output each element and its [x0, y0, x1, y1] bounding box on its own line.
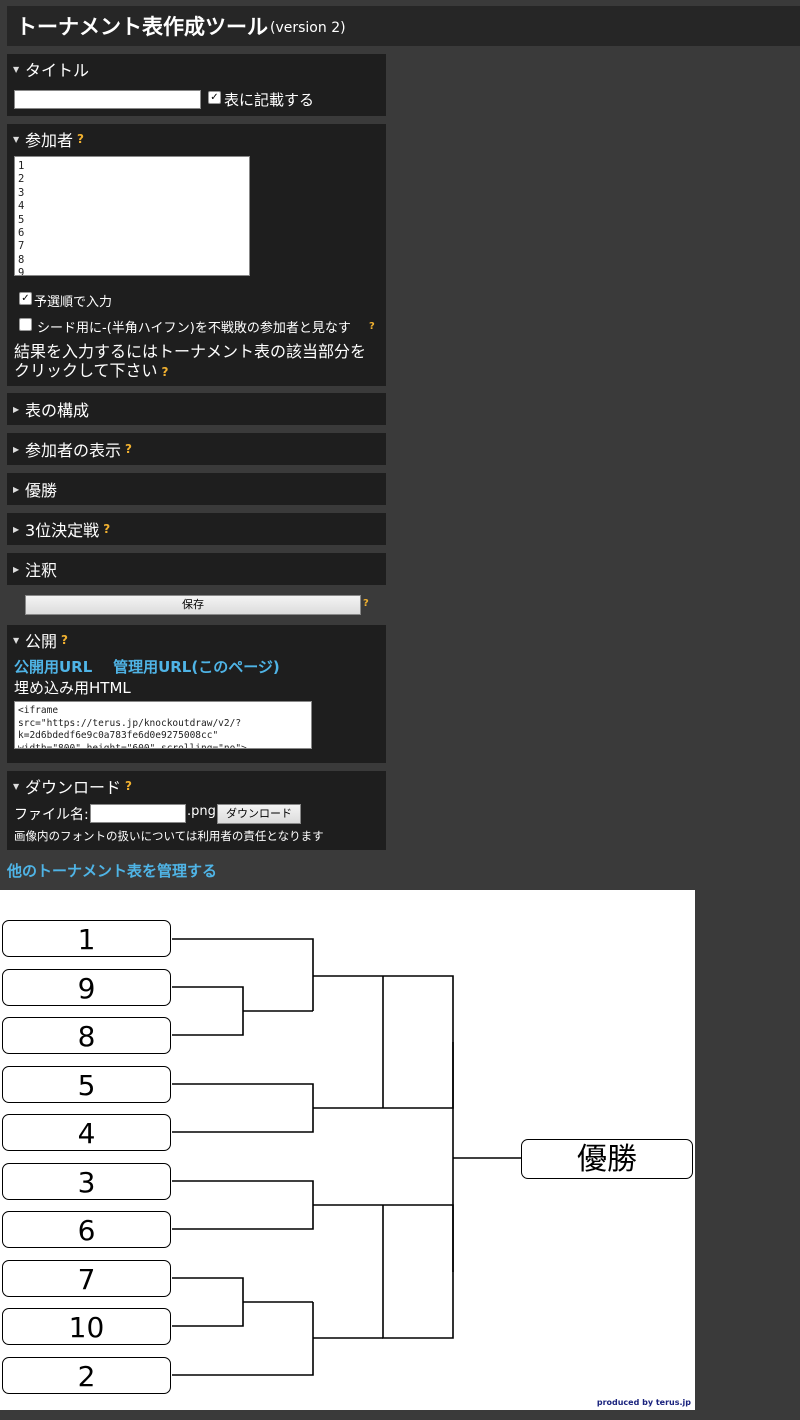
collapsed-triangle-icon: ▶ [13, 484, 20, 494]
hyphen-bye-label: シード用に-(半角ハイフン)を不戦敗の参加者と見なす [37, 321, 351, 336]
panel-participant-display[interactable]: ▶ 参加者の表示 ? [7, 433, 386, 465]
participant-line: 4 [18, 200, 25, 213]
participant-line: 7 [18, 240, 25, 253]
participant-line: 8 [18, 253, 25, 266]
expanded-triangle-icon: ▼ [13, 781, 20, 791]
publish-panel-header[interactable]: ▼ 公開 ? [7, 625, 386, 655]
panel-header[interactable]: ▶ 表の構成 [7, 393, 386, 425]
panel-label: 3位決定戦 [25, 521, 100, 540]
title-panel: ▼ タイトル ✓ 表に記載する [7, 54, 386, 116]
panel-champion[interactable]: ▶ 優勝 [7, 473, 386, 505]
collapsed-triangle-icon: ▶ [13, 444, 20, 454]
panel-table-structure[interactable]: ▶ 表の構成 [7, 393, 386, 425]
credit-text: produced by terus.jp [596, 1398, 691, 1407]
participant-line: 1 [18, 160, 25, 172]
help-icon[interactable]: ? [125, 442, 132, 456]
participant-line: 5 [18, 213, 25, 226]
participant-line: 3 [18, 186, 25, 199]
tournament-bracket[interactable]: 1 9 8 5 4 3 6 7 10 2 優勝 produced by teru… [0, 890, 695, 1410]
filename-input[interactable] [90, 804, 186, 823]
panel-header[interactable]: ▶ 参加者の表示 ? [7, 433, 386, 465]
collapsed-triangle-icon: ▶ [13, 404, 20, 414]
seed-order-label: 予選順で入力 [34, 295, 113, 310]
bracket-slot[interactable]: 2 [2, 1357, 171, 1394]
bracket-slot[interactable]: 9 [2, 969, 171, 1006]
app-version: (version 2) [270, 20, 346, 36]
seed-order-checkbox[interactable]: ✓ [19, 292, 32, 305]
bracket-line [172, 1083, 314, 1133]
bracket-line [382, 1204, 454, 1339]
manage-other-brackets-link[interactable]: 他のトーナメント表を管理する [7, 860, 217, 881]
panel-header[interactable]: ▶ 注釈 [7, 553, 386, 585]
app-title: トーナメント表作成ツール [16, 15, 268, 39]
help-icon[interactable]: ? [103, 522, 110, 536]
bracket-slot[interactable]: 1 [2, 920, 171, 957]
panel-notes[interactable]: ▶ 注釈 [7, 553, 386, 585]
bracket-slot[interactable]: 8 [2, 1017, 171, 1054]
bracket-slot[interactable]: 4 [2, 1114, 171, 1151]
panel-third-place[interactable]: ▶ 3位決定戦 ? [7, 513, 386, 545]
help-icon[interactable]: ? [61, 633, 68, 647]
hyphen-bye-checkbox[interactable] [19, 318, 32, 331]
panel-header[interactable]: ▶ 優勝 [7, 473, 386, 505]
title-input[interactable] [14, 90, 201, 109]
help-icon[interactable]: ? [162, 365, 169, 379]
publish-panel: ▼ 公開 ? 公開用URL 管理用URL(このページ) 埋め込み用HTML <i… [7, 625, 386, 763]
save-button[interactable]: 保存 [25, 595, 361, 615]
show-on-table-label: 表に記載する [224, 91, 315, 109]
download-button[interactable]: ダウンロード [217, 804, 301, 824]
show-on-table-checkbox[interactable]: ✓ [208, 91, 221, 104]
bracket-line [383, 975, 454, 1109]
public-url-link[interactable]: 公開用URL [14, 658, 92, 676]
font-disclaimer: 画像内のフォントの扱いについては利用者の責任となります [14, 829, 324, 843]
participants-panel-heading: 参加者 [25, 131, 74, 150]
result-instruction: 結果を入力するにはトーナメント表の該当部分を クリックして下さい? [14, 342, 366, 382]
embed-label: 埋め込み用HTML [14, 679, 131, 697]
bracket-slot[interactable]: 5 [2, 1066, 171, 1103]
bracket-slot[interactable]: 7 [2, 1260, 171, 1297]
url-links: 公開用URL 管理用URL(このページ) [14, 656, 280, 677]
panel-label: 優勝 [25, 481, 58, 500]
participant-line: 9 [18, 267, 25, 276]
help-icon[interactable]: ? [125, 779, 132, 793]
participant-line: 6 [18, 227, 25, 240]
help-icon[interactable]: ? [77, 132, 84, 146]
expanded-triangle-icon: ▼ [13, 134, 20, 144]
bracket-slot[interactable]: 6 [2, 1211, 171, 1248]
result-instruction-line: 結果を入力するにはトーナメント表の該当部分を [14, 342, 367, 361]
bracket-slot[interactable]: 3 [2, 1163, 171, 1200]
collapsed-triangle-icon: ▶ [13, 524, 20, 534]
expanded-triangle-icon: ▼ [13, 635, 20, 645]
winner-slot[interactable]: 優勝 [521, 1139, 693, 1179]
panel-label: 参加者の表示 [25, 441, 122, 460]
filename-extension: .png [187, 804, 216, 819]
participant-line: 2 [18, 173, 25, 186]
participants-textarea[interactable]: 1 2 3 4 5 6 7 8 9 [14, 156, 250, 276]
title-panel-header[interactable]: ▼ タイトル [7, 54, 386, 84]
panel-label: 表の構成 [25, 401, 90, 420]
admin-url-link[interactable]: 管理用URL(このページ) [113, 658, 280, 676]
filename-label: ファイル名: [14, 807, 89, 823]
help-icon[interactable]: ? [363, 598, 369, 609]
help-icon[interactable]: ? [369, 321, 375, 332]
result-instruction-text: クリックして下さい [14, 361, 158, 380]
panel-header[interactable]: ▶ 3位決定戦 ? [7, 513, 386, 545]
download-panel-heading: ダウンロード [25, 778, 122, 797]
bracket-line [172, 1180, 314, 1230]
embed-code-textarea[interactable]: <iframe src="https://terus.jp/knockoutdr… [14, 701, 312, 749]
panel-label: 注釈 [25, 561, 58, 580]
download-panel: ▼ ダウンロード ? ファイル名: .png ダウンロード 画像内のフォントの扱… [7, 771, 386, 850]
expanded-triangle-icon: ▼ [13, 64, 20, 74]
result-instruction-line: クリックして下さい? [14, 361, 366, 382]
bracket-line [172, 1277, 244, 1327]
collapsed-triangle-icon: ▶ [13, 564, 20, 574]
download-panel-header[interactable]: ▼ ダウンロード ? [7, 771, 386, 801]
participants-panel: ▼ 参加者 ? 1 2 3 4 5 6 7 8 9 ✓ 予選順で入力 シード用に… [7, 124, 386, 386]
bracket-line [172, 986, 244, 1036]
participants-panel-header[interactable]: ▼ 参加者 ? [7, 124, 386, 154]
app-header: トーナメント表作成ツール (version 2) [7, 6, 800, 46]
publish-panel-heading: 公開 [25, 632, 58, 651]
bracket-slot[interactable]: 10 [2, 1308, 171, 1345]
title-panel-heading: タイトル [25, 61, 90, 80]
